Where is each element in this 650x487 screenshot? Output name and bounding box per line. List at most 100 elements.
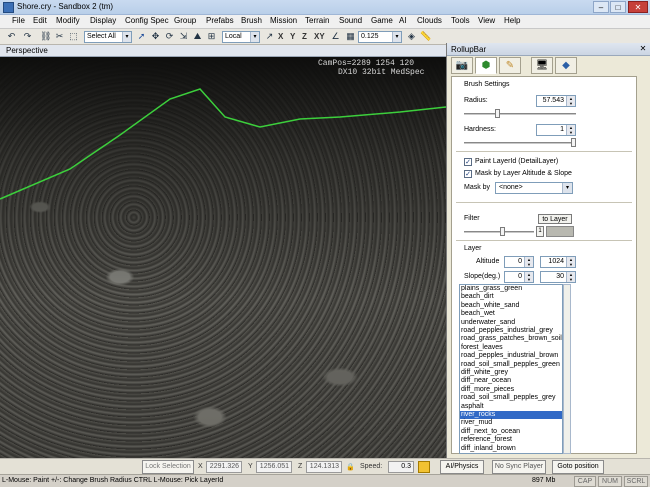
x-coordinate-field[interactable]: 2291.326 [206, 461, 242, 473]
lock-selection-button[interactable]: Lock Selection [142, 460, 194, 474]
lock-icon[interactable]: 🔒 [346, 463, 355, 471]
layer-list-item[interactable]: reference_forest [460, 436, 562, 444]
undo-icon[interactable]: ↶ [6, 31, 17, 42]
layer-list-item[interactable]: road_pepples_industrial_brown [460, 352, 562, 360]
align-icon[interactable]: ⊞ [206, 31, 217, 42]
filter-color-swatch[interactable] [546, 226, 574, 237]
layer-list-item[interactable]: road_soil_small_pepples_green [460, 361, 562, 369]
rollup-close-icon[interactable]: ✕ [638, 44, 648, 54]
goto-position-button[interactable]: Goto position [552, 460, 604, 474]
mask-altitude-checkbox[interactable]: ✓ [464, 170, 472, 178]
select-icon[interactable]: ⬚ [68, 31, 79, 42]
select-filter-dropdown[interactable]: Select All ▾ [84, 31, 132, 43]
layer-list-item[interactable]: road_soil_small_pepples_grey [460, 394, 562, 402]
ruler-icon[interactable]: 📏 [420, 31, 431, 42]
layer-list-item[interactable]: diff_near_ocean [460, 377, 562, 385]
layer-list-item[interactable]: diff_inland_brown [460, 445, 562, 453]
menu-edit[interactable]: Edit [33, 16, 47, 25]
altitude-max-spinner[interactable]: 1024 ▲ ▼ [540, 256, 576, 268]
unlink-icon[interactable]: ✂ [54, 31, 65, 42]
tab-display[interactable]: 🖥 [531, 57, 553, 74]
snap-angle-icon[interactable]: ∠ [330, 31, 341, 42]
radius-slider[interactable] [464, 109, 576, 118]
spin-down-icon[interactable]: ▼ [566, 277, 575, 282]
menu-clouds[interactable]: Clouds [417, 16, 442, 25]
menu-config-spec[interactable]: Config Spec [125, 16, 169, 25]
slider-thumb[interactable] [571, 138, 576, 147]
rotate-icon[interactable]: ⟳ [164, 31, 175, 42]
z-coordinate-field[interactable]: 124.1313 [306, 461, 342, 473]
menu-mission[interactable]: Mission [270, 16, 297, 25]
minimize-button[interactable]: – [593, 1, 609, 13]
menu-view[interactable]: View [478, 16, 495, 25]
redo-icon[interactable]: ↷ [22, 31, 33, 42]
menu-terrain[interactable]: Terrain [305, 16, 329, 25]
radius-spinner[interactable]: 57.543 ▲ ▼ [536, 95, 576, 107]
menu-prefabs[interactable]: Prefabs [206, 16, 234, 25]
filter-slider[interactable] [464, 227, 534, 236]
perspective-viewport[interactable]: CamPos=2289 1254 120 DX10 32bit MedSpec [0, 57, 446, 458]
layer-list-item[interactable]: road_pepples_industrial_grey [460, 327, 562, 335]
viewport-title[interactable]: Perspective [6, 46, 48, 55]
slider-thumb[interactable] [499, 227, 505, 236]
tab-objects[interactable]: 📷 [451, 57, 473, 74]
layer-list-item[interactable]: asphalt [460, 403, 562, 411]
tab-modelling[interactable]: ✎ [499, 57, 521, 74]
menu-ai[interactable]: AI [399, 16, 407, 25]
layer-list-item[interactable]: forest_leaves [460, 344, 562, 352]
menu-game[interactable]: Game [371, 16, 393, 25]
mask-by-dropdown[interactable]: <none> ▾ [495, 182, 573, 194]
slope-max-spinner[interactable]: 30 ▲ ▼ [540, 271, 576, 283]
to-layer-button[interactable]: to Layer [538, 214, 572, 224]
filter-value[interactable]: 1 [536, 226, 544, 237]
ai-physics-button[interactable]: AI/Physics [440, 460, 484, 474]
layer-list-item[interactable]: beach_dirt [460, 293, 562, 301]
terrain-snap-icon[interactable]: ⛰ [192, 31, 203, 42]
layer-list[interactable]: plains_grass_green beach_dirt beach_white_… [459, 284, 563, 454]
menu-brush[interactable]: Brush [241, 16, 262, 25]
axis-z-button[interactable]: Z [302, 32, 307, 41]
layer-list-item[interactable]: diff_white_grey [460, 369, 562, 377]
menu-display[interactable]: Display [90, 16, 116, 25]
paint-layer-checkbox[interactable]: ✓ [464, 158, 472, 166]
spin-down-icon[interactable]: ▼ [524, 277, 533, 282]
axis-y-button[interactable]: Y [290, 32, 295, 41]
layer-list-item[interactable]: river_rocks [460, 411, 562, 419]
menu-group[interactable]: Group [174, 16, 196, 25]
menu-tools[interactable]: Tools [451, 16, 470, 25]
grid-size-dropdown[interactable]: 0.125 ▾ [358, 31, 402, 43]
layer-list-item[interactable]: diff_more_pieces [460, 386, 562, 394]
slope-min-spinner[interactable]: 0 ▲ ▼ [504, 271, 534, 283]
no-sync-player-button[interactable]: No Sync Player [492, 460, 546, 474]
coordinate-system-dropdown[interactable]: Local ▾ [222, 31, 260, 43]
spin-down-icon[interactable]: ▼ [524, 262, 533, 267]
pointer-icon[interactable]: ➚ [136, 31, 147, 42]
spin-down-icon[interactable]: ▼ [566, 262, 575, 267]
menu-sound[interactable]: Sound [339, 16, 362, 25]
slider-thumb[interactable] [495, 109, 501, 118]
layer-list-item[interactable]: plains_grass_green [460, 285, 562, 293]
layer-list-item[interactable]: river_mud [460, 419, 562, 427]
y-coordinate-field[interactable]: 1256.051 [256, 461, 292, 473]
hardness-spinner[interactable]: 1 ▲ ▼ [536, 124, 576, 136]
tab-terrain[interactable]: ⬢ [475, 57, 497, 74]
menu-file[interactable]: File [12, 16, 25, 25]
layer-list-item[interactable]: underwater_sand [460, 319, 562, 327]
layer-list-scrollbar[interactable] [563, 284, 571, 454]
close-button[interactable]: ✕ [628, 1, 648, 13]
axis-x-button[interactable]: X [278, 32, 283, 41]
link-icon[interactable]: ⛓ [40, 31, 51, 42]
grid-icon[interactable]: ▦ [345, 31, 356, 42]
terrain-follow-icon[interactable] [418, 461, 430, 473]
snap-vertex-icon[interactable]: ◈ [406, 31, 417, 42]
layer-list-item[interactable]: diff_next_to_ocean [460, 428, 562, 436]
maximize-button[interactable]: □ [610, 1, 626, 13]
move-icon[interactable]: ✥ [150, 31, 161, 42]
hardness-slider[interactable] [464, 138, 576, 147]
axis-icon[interactable]: ↗ [264, 31, 275, 42]
axis-xy-button[interactable]: XY [314, 32, 325, 41]
layer-list-item[interactable]: beach_wet [460, 310, 562, 318]
spin-down-icon[interactable]: ▼ [566, 101, 575, 106]
menu-modify[interactable]: Modify [56, 16, 80, 25]
scale-icon[interactable]: ⇲ [178, 31, 189, 42]
